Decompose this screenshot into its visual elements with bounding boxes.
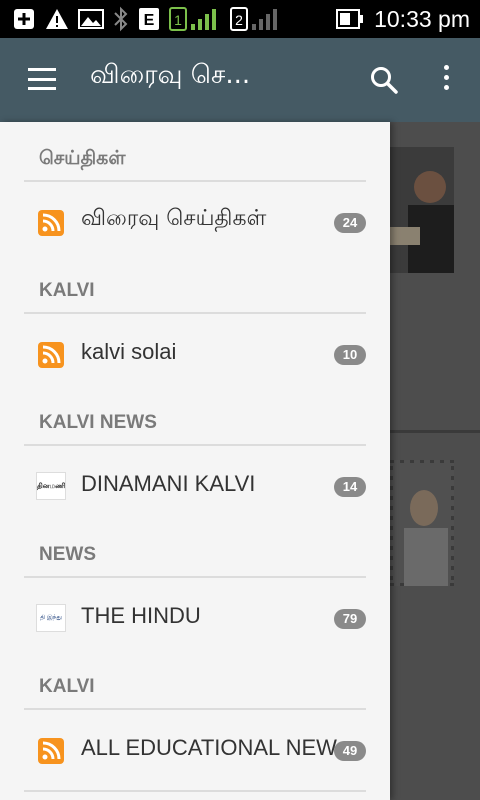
unread-count-badge: 14: [334, 477, 366, 497]
divider: [24, 576, 366, 578]
feed-label: DINAMANI KALVI: [81, 471, 256, 496]
rss-icon: [38, 738, 64, 764]
sim1-signal-icon: 1: [169, 6, 221, 32]
clock: 10:33 pm: [374, 5, 470, 32]
sim2-signal-icon: 2: [230, 6, 282, 32]
feed-label: THE HINDU: [81, 603, 201, 628]
feed-label: விரைவு செய்திகள்: [81, 206, 267, 231]
more-options-icon[interactable]: [438, 62, 454, 98]
unread-count-badge: 79: [334, 609, 366, 629]
feed-label: ALL EDUCATIONAL NEW: [81, 735, 337, 760]
network-e-icon: E: [138, 7, 160, 31]
divider: [24, 790, 366, 792]
dinamani-icon: தினமணி: [36, 472, 66, 500]
section-header: KALVI: [39, 280, 95, 301]
section-header: KALVI NEWS: [39, 412, 157, 433]
app-title: விரைவு செ...: [90, 60, 251, 90]
card-divider: [390, 430, 480, 433]
the-hindu-icon: தி இந்து: [36, 604, 66, 632]
feed-item[interactable]: தினமணி DINAMANI KALVI 14: [24, 454, 366, 520]
divider: [24, 444, 366, 446]
feed-label: kalvi solai: [81, 339, 177, 364]
divider: [24, 180, 366, 182]
rss-icon: [38, 342, 64, 368]
section-header: KALVI: [39, 676, 95, 697]
search-icon[interactable]: [368, 64, 400, 96]
feed-item[interactable]: விரைவு செய்திகள் 24: [24, 190, 366, 256]
menu-icon[interactable]: [28, 68, 56, 90]
bluetooth-icon: [113, 6, 129, 32]
feed-item[interactable]: ALL EDUCATIONAL NEW 49: [24, 718, 366, 784]
divider: [24, 708, 366, 710]
svg-text:1: 1: [174, 12, 182, 28]
unread-count-badge: 49: [334, 741, 366, 761]
divider: [24, 312, 366, 314]
status-bar: E 1 2 10:33 pm: [0, 0, 480, 38]
unread-count-badge: 24: [334, 213, 366, 233]
image-icon: [78, 8, 104, 30]
feed-item[interactable]: kalvi solai 10: [24, 322, 366, 388]
warning-icon: [45, 7, 69, 31]
svg-text:E: E: [144, 12, 155, 29]
navigation-drawer: செய்திகள் விரைவு செய்திகள் 24 KALVI kalv…: [0, 122, 390, 800]
add-icon: [12, 7, 36, 31]
notification-icons: E 1 2: [12, 6, 282, 32]
feed-item[interactable]: தி இந்து THE HINDU 79: [24, 586, 366, 652]
app-bar: விரைவு செ...: [0, 38, 480, 122]
unread-count-badge: 10: [334, 345, 366, 365]
section-header: NEWS: [39, 544, 96, 565]
battery-icon: [336, 8, 364, 30]
news-thumbnail: [390, 460, 454, 586]
svg-text:2: 2: [235, 12, 243, 28]
news-thumbnail: [390, 147, 454, 273]
section-header: செய்திகள்: [39, 147, 126, 169]
rss-icon: [38, 210, 64, 236]
